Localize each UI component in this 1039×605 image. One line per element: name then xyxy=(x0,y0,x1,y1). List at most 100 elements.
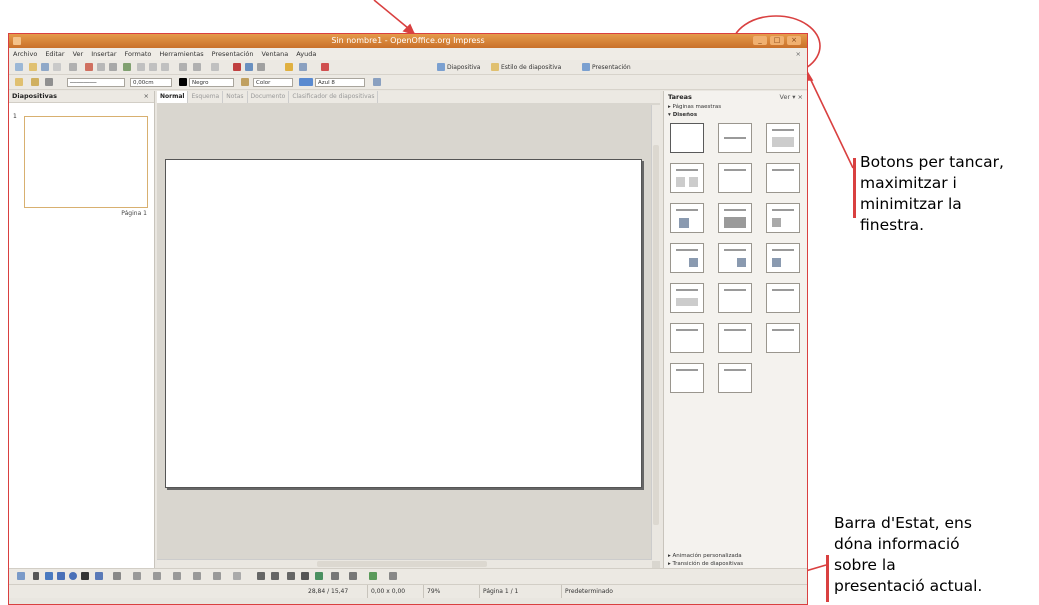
glue-points-icon[interactable] xyxy=(271,572,279,580)
flowchart-icon[interactable] xyxy=(193,572,201,580)
horizontal-scrollbar[interactable] xyxy=(157,559,652,568)
layout-text-object[interactable] xyxy=(718,323,752,353)
layout-object-2[interactable] xyxy=(718,283,752,313)
layout-vertical-text[interactable] xyxy=(718,363,752,393)
minimize-button[interactable]: _ xyxy=(753,36,767,45)
new-slide-button[interactable]: Diapositiva xyxy=(447,60,480,75)
line-color-select[interactable]: Negro xyxy=(189,78,234,87)
menu-ventana[interactable]: Ventana xyxy=(262,48,289,60)
layout-title-content[interactable] xyxy=(766,123,800,153)
curve-tool-icon[interactable] xyxy=(95,572,103,580)
menu-archivo[interactable]: Archivo xyxy=(13,48,37,60)
slide-design-button[interactable]: Estilo de diapositiva xyxy=(501,60,561,75)
close-document-icon[interactable]: × xyxy=(796,48,801,60)
slide-thumbnail[interactable] xyxy=(24,116,148,208)
redo-icon[interactable] xyxy=(193,63,201,71)
menu-insertar[interactable]: Insertar xyxy=(91,48,116,60)
menu-herramientas[interactable]: Herramientas xyxy=(159,48,203,60)
paste-icon[interactable] xyxy=(161,63,169,71)
layout-text-chart[interactable] xyxy=(670,243,704,273)
status-zoom[interactable]: 79% xyxy=(423,585,443,598)
fill-color-select[interactable]: Azul 8 xyxy=(315,78,365,87)
layout-table[interactable] xyxy=(718,203,752,233)
layout-two-columns[interactable] xyxy=(670,163,704,193)
new-icon[interactable] xyxy=(15,63,23,71)
cut-icon[interactable] xyxy=(137,63,145,71)
rotate-icon[interactable] xyxy=(349,572,357,580)
align-icon[interactable] xyxy=(369,572,377,580)
block-arrows-icon[interactable] xyxy=(173,572,181,580)
maximize-button[interactable]: □ xyxy=(770,36,784,45)
tab-clasificador[interactable]: Clasificador de diapositivas xyxy=(289,91,379,103)
slide-icon[interactable] xyxy=(437,63,445,71)
color-icon[interactable] xyxy=(321,63,329,71)
email-icon[interactable] xyxy=(53,63,61,71)
vertical-scroll-thumb[interactable] xyxy=(653,145,659,525)
layout-object[interactable] xyxy=(670,283,704,313)
section-custom-animation[interactable]: ▸ Animación personalizada xyxy=(664,552,807,560)
layout-title-only[interactable] xyxy=(718,123,752,153)
line-icon[interactable] xyxy=(31,78,39,86)
print-icon[interactable] xyxy=(97,63,105,71)
hyperlink-icon[interactable] xyxy=(211,63,219,71)
menu-ver[interactable]: Ver xyxy=(73,48,84,60)
layout-title-bottom[interactable] xyxy=(766,163,800,193)
points-icon[interactable] xyxy=(257,572,265,580)
undo-icon[interactable] xyxy=(179,63,187,71)
navigator-icon[interactable] xyxy=(285,63,293,71)
horizontal-scroll-thumb[interactable] xyxy=(317,561,487,567)
text-tool-icon[interactable] xyxy=(81,572,89,580)
menu-presentacion[interactable]: Presentación xyxy=(212,48,254,60)
section-slide-transition[interactable]: ▸ Transición de diapositivas xyxy=(664,560,807,568)
presentation-button[interactable]: Presentación xyxy=(592,60,631,75)
tab-notas[interactable]: Notas xyxy=(223,91,248,103)
from-file-icon[interactable] xyxy=(301,572,309,580)
connector-tool-icon[interactable] xyxy=(113,572,121,580)
tasks-view-menu[interactable]: Ver ▾ × xyxy=(780,91,803,103)
styles-icon[interactable] xyxy=(15,78,23,86)
tab-esquema[interactable]: Esquema xyxy=(188,91,224,103)
menu-ayuda[interactable]: Ayuda xyxy=(296,48,316,60)
shadow-icon[interactable] xyxy=(373,78,381,86)
layout-object-text[interactable] xyxy=(766,323,800,353)
layout-four-objects[interactable] xyxy=(670,323,704,353)
section-master-pages[interactable]: ▸ Páginas maestras xyxy=(664,103,807,111)
basic-shapes-icon[interactable] xyxy=(133,572,141,580)
vertical-scrollbar[interactable] xyxy=(651,105,660,561)
ellipse-tool-icon[interactable] xyxy=(69,572,77,580)
rectangle-tool-icon[interactable] xyxy=(57,572,65,580)
arrow-style-icon[interactable] xyxy=(45,78,53,86)
select-icon[interactable] xyxy=(17,572,25,580)
3d-effects-icon[interactable] xyxy=(331,572,339,580)
tab-documento[interactable]: Documento xyxy=(248,91,290,103)
line-width-field[interactable]: 0,00cm xyxy=(130,78,172,87)
slide-style-icon[interactable] xyxy=(491,63,499,71)
layout-chart[interactable] xyxy=(670,203,704,233)
stars-icon[interactable] xyxy=(233,572,241,580)
layout-object-3[interactable] xyxy=(766,283,800,313)
chart-icon[interactable] xyxy=(233,63,241,71)
layout-text-chart-2[interactable] xyxy=(718,243,752,273)
menu-editar[interactable]: Editar xyxy=(45,48,64,60)
section-layouts[interactable]: ▾ Diseños xyxy=(664,111,807,119)
menu-formato[interactable]: Formato xyxy=(125,48,152,60)
preview-icon[interactable] xyxy=(109,63,117,71)
symbol-shapes-icon[interactable] xyxy=(153,572,161,580)
zoom-icon[interactable] xyxy=(299,63,307,71)
slide-canvas[interactable] xyxy=(165,159,642,488)
fill-mode-select[interactable]: Color xyxy=(253,78,293,87)
layout-chart-text[interactable] xyxy=(766,243,800,273)
image-icon[interactable] xyxy=(257,63,265,71)
layout-vertical-title[interactable] xyxy=(670,363,704,393)
presentation-icon[interactable] xyxy=(582,63,590,71)
callouts-icon[interactable] xyxy=(213,572,221,580)
layout-blank[interactable] xyxy=(670,123,704,153)
area-icon[interactable] xyxy=(241,78,249,86)
fontwork-icon[interactable] xyxy=(287,572,295,580)
layout-image-text[interactable] xyxy=(766,203,800,233)
close-button[interactable]: × xyxy=(787,36,801,45)
close-pane-icon[interactable]: × xyxy=(144,91,149,102)
line-style-select[interactable]: ──────── xyxy=(67,78,125,87)
open-icon[interactable] xyxy=(29,63,37,71)
layout-title-top[interactable] xyxy=(718,163,752,193)
